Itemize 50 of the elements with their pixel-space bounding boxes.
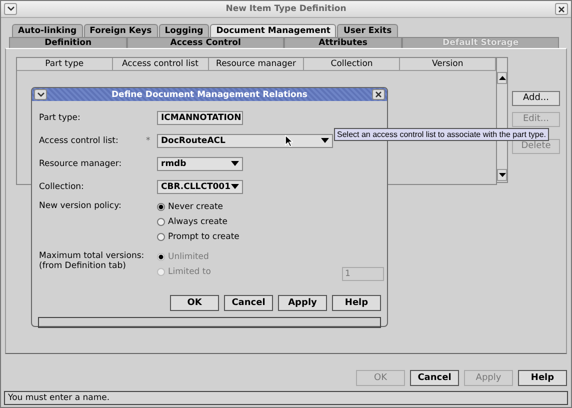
window-menu-icon[interactable]: [34, 89, 47, 100]
radio-button[interactable]: Never create: [157, 201, 240, 213]
window-menu-icon[interactable]: [4, 3, 17, 15]
field-label: Maximum total versions:: [39, 251, 146, 261]
dialog-button[interactable]: Apply: [278, 295, 327, 311]
column-header[interactable]: Version: [400, 58, 496, 71]
dropdown[interactable]: ICMANNOTATION: [157, 110, 243, 124]
dialog-button[interactable]: Cancel: [224, 295, 273, 311]
scroll-up-icon[interactable]: [498, 76, 506, 80]
tooltip: Select an access control list to associate with the part type.: [334, 128, 549, 141]
column-header[interactable]: Part type: [17, 58, 113, 71]
close-icon[interactable]: [555, 3, 568, 15]
column-header[interactable]: Collection: [304, 58, 400, 71]
tab[interactable]: Access Control: [127, 37, 284, 48]
dropdown-arrow-icon: [231, 184, 239, 189]
window-title: New Item Type Definition: [224, 4, 348, 14]
tab[interactable]: Auto-linking: [12, 24, 83, 37]
dialog-button[interactable]: Help: [332, 295, 381, 311]
dropdown[interactable]: CBR.CLLCT001: [157, 180, 243, 194]
field-label: (from Definition tab): [39, 261, 127, 271]
dialog-title: Define Document Management Relations: [110, 90, 308, 100]
tab[interactable]: Logging: [158, 24, 210, 37]
tab[interactable]: Attributes: [284, 37, 402, 48]
status-text: You must enter a name.: [8, 393, 110, 403]
radio-button[interactable]: Always create: [157, 216, 240, 228]
radio-button[interactable]: Prompt to create: [157, 231, 240, 243]
close-icon[interactable]: [372, 89, 385, 100]
field-label: Access control list:: [38, 136, 120, 146]
column-header[interactable]: Resource manager: [208, 58, 304, 71]
scroll-down-icon[interactable]: [498, 173, 506, 177]
tab[interactable]: Foreign Keys: [84, 24, 158, 37]
dropdown-arrow-icon: [231, 161, 239, 166]
field-label: Part type:: [38, 112, 82, 122]
tab[interactable]: User Exits: [337, 24, 398, 37]
required-marker: *: [146, 136, 150, 146]
field-label: New version policy:: [38, 201, 122, 213]
dropdown[interactable]: rmdb: [157, 156, 243, 170]
tab[interactable]: Definition: [9, 37, 128, 48]
dropdown-arrow-icon: [321, 138, 329, 143]
dialog-button[interactable]: Cancel: [410, 370, 459, 386]
dialog-button[interactable]: Help: [518, 370, 567, 386]
dropdown[interactable]: DocRouteACL: [157, 134, 333, 148]
scrollbar[interactable]: [497, 57, 508, 183]
tab[interactable]: Document Management: [210, 24, 336, 37]
mouse-pointer-icon: [285, 135, 293, 147]
field-label: Collection:: [38, 182, 85, 192]
column-header[interactable]: Access control list: [112, 58, 209, 71]
dialog-button[interactable]: OK: [170, 295, 219, 311]
field-label: Resource manager:: [38, 158, 123, 168]
side-button[interactable]: Add...: [512, 91, 560, 106]
